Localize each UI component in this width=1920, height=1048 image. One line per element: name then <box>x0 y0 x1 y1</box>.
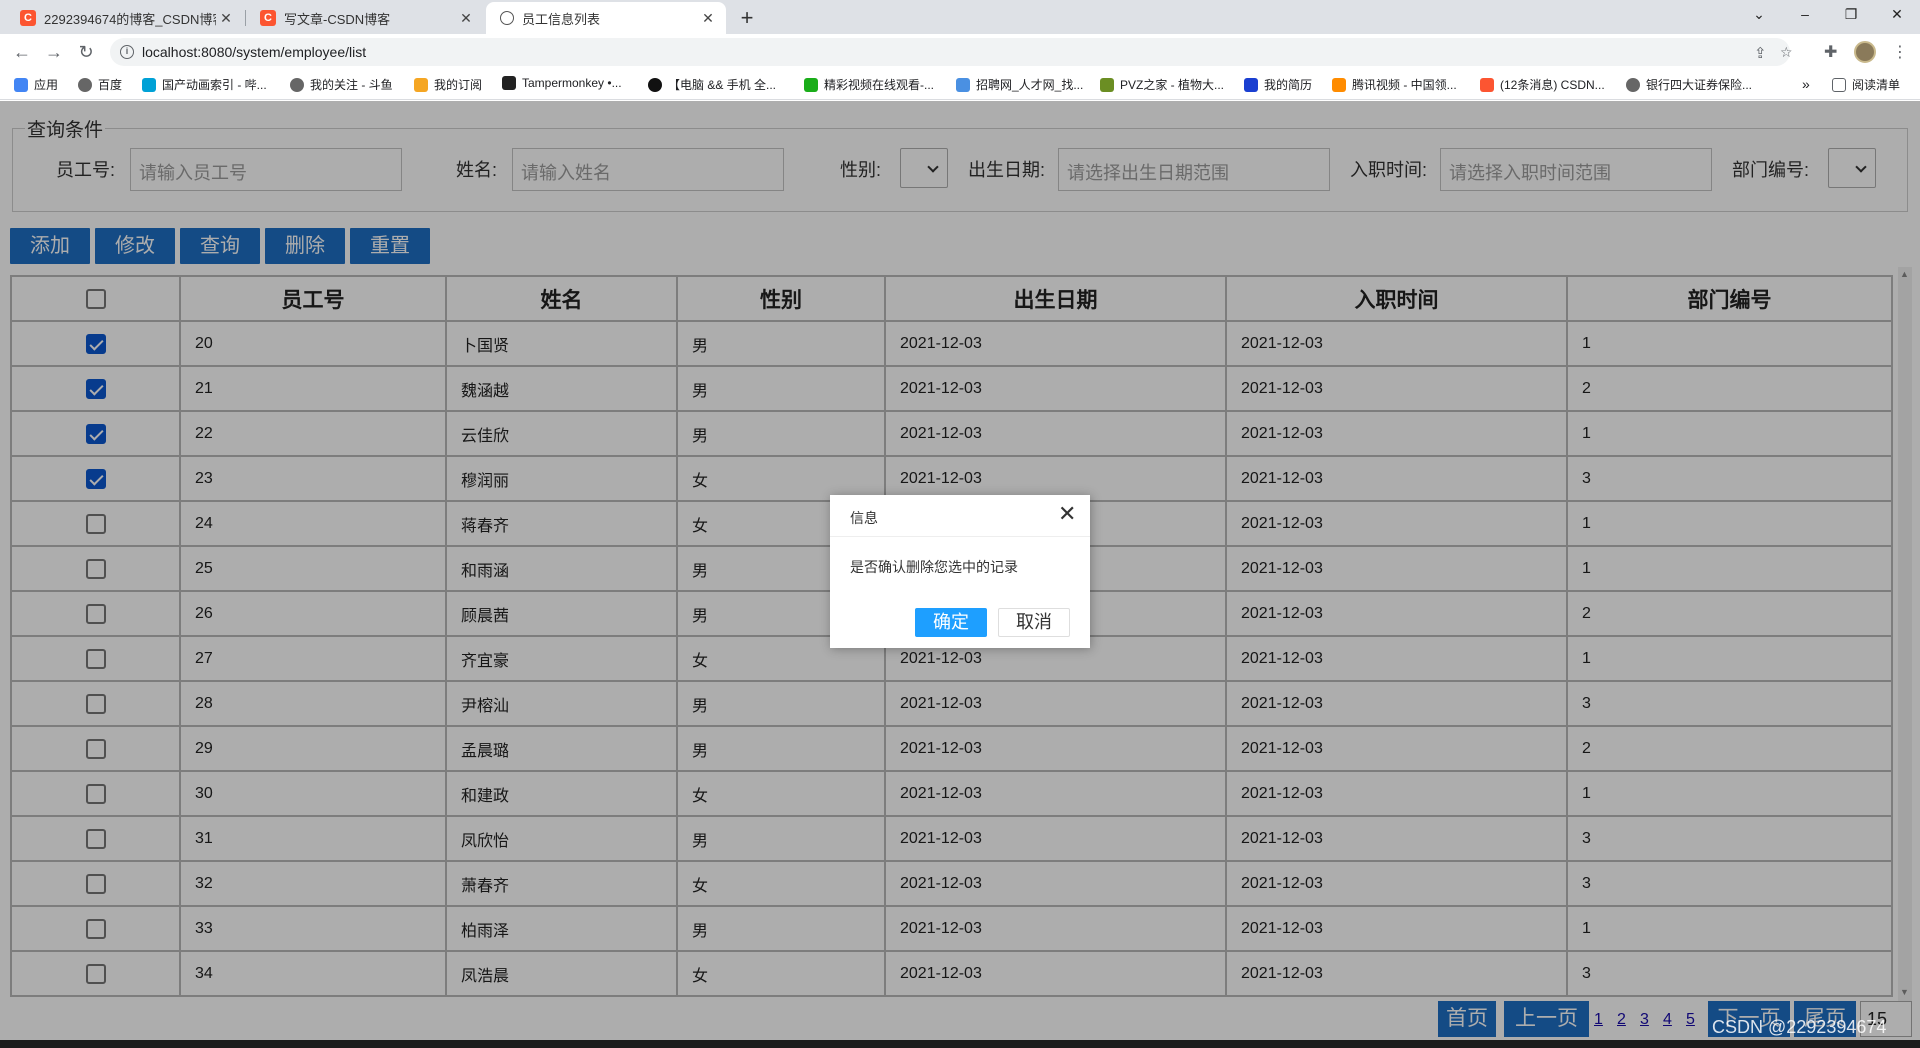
close-icon[interactable]: ✕ <box>456 10 476 27</box>
globe-icon <box>500 11 514 25</box>
bookmark-tampermonkey[interactable]: Tampermonkey •... <box>502 76 622 90</box>
bookmark-label: 腾讯视频 - 中国领... <box>1352 78 1457 92</box>
apps-grid-icon <box>14 77 28 92</box>
bookmark-csdn[interactable]: (12条消息) CSDN... <box>1480 76 1605 93</box>
bookmarks-bar: 应用 百度 国产动画索引 - 哔... 我的关注 - 斗鱼 我的订阅 Tampe… <box>0 70 1920 100</box>
more-bookmarks-icon[interactable]: » <box>1802 76 1810 92</box>
bookmark-label: Tampermonkey •... <box>522 76 622 90</box>
subscribe-icon <box>414 77 428 92</box>
bookmark-baidu[interactable]: 百度 <box>78 76 122 93</box>
bookmark-star-icon[interactable]: ☆ <box>1780 44 1793 61</box>
tab-title: 写文章-CSDN博客 <box>284 11 391 27</box>
bookmark-videos[interactable]: 精彩视频在线观看-... <box>804 76 934 93</box>
confirm-dialog: 信息 ✕ 是否确认删除您选中的记录 确定 取消 <box>830 495 1090 648</box>
bookmark-label: 我的订阅 <box>434 78 483 92</box>
globe-icon <box>78 77 92 92</box>
share-icon[interactable]: ⇪ <box>1754 44 1767 62</box>
address-bar[interactable]: i localhost:8080/system/employee/list ⇪ … <box>110 38 1793 66</box>
bookmark-subscriptions[interactable]: 我的订阅 <box>414 76 482 93</box>
bookmark-bilibili[interactable]: 国产动画索引 - 哔... <box>142 76 267 93</box>
reading-list[interactable]: 阅读清单 <box>1832 76 1900 93</box>
bookmark-label: 我的关注 - 斗鱼 <box>310 78 393 92</box>
video-icon <box>804 77 818 92</box>
close-icon[interactable]: ✕ <box>698 10 718 27</box>
bookmark-jobs[interactable]: 招聘网_人才网_找... <box>956 76 1083 93</box>
bookmark-label: 国产动画索引 - 哔... <box>162 78 267 92</box>
tampermonkey-icon <box>502 76 516 90</box>
cancel-button[interactable]: 取消 <box>998 608 1070 637</box>
bookmark-apps[interactable]: 应用 <box>14 76 58 93</box>
site-info-icon[interactable]: i <box>120 45 134 59</box>
bookmark-label: 百度 <box>98 78 123 92</box>
site-icon <box>648 77 662 92</box>
confirm-button[interactable]: 确定 <box>915 608 987 637</box>
bilibili-icon <box>142 77 156 92</box>
watermark: CSDN @2292394674 <box>1712 1017 1887 1037</box>
back-icon[interactable]: ← <box>8 38 36 66</box>
bookmark-label: 招聘网_人才网_找... <box>976 78 1084 92</box>
reading-list-label: 阅读清单 <box>1852 78 1901 92</box>
bookmark-label: 应用 <box>34 78 59 92</box>
play-icon <box>1332 77 1346 92</box>
dialog-message: 是否确认删除您选中的记录 <box>850 559 1018 575</box>
tab-strip: C 2292394674的博客_CSDN博客 ✕ C 写文章-CSDN博客 ✕ … <box>0 0 1920 34</box>
close-icon[interactable]: ✕ <box>1058 503 1076 525</box>
reading-list-icon <box>1832 77 1846 92</box>
close-icon[interactable]: ✕ <box>216 10 236 27</box>
tab-employee-list[interactable]: 员工信息列表 ✕ <box>486 2 726 34</box>
tab-search-icon[interactable]: ⌄ <box>1736 0 1782 30</box>
bookmark-label: 【电脑 && 手机 全... <box>668 78 777 92</box>
menu-icon[interactable]: ⋮ <box>1892 42 1908 62</box>
csdn-icon: C <box>260 10 276 26</box>
forward-icon[interactable]: → <box>40 38 68 66</box>
bookmark-label: PVZ之家 - 植物大... <box>1120 78 1225 92</box>
bookmark-pvz[interactable]: PVZ之家 - 植物大... <box>1100 76 1224 93</box>
bookmark-tencent-video[interactable]: 腾讯视频 - 中国领... <box>1332 76 1457 93</box>
bookmark-pc-mobile[interactable]: 【电脑 && 手机 全... <box>648 76 776 93</box>
bookmark-resume[interactable]: 我的简历 <box>1244 76 1312 93</box>
reload-icon[interactable]: ↻ <box>72 38 100 66</box>
taskbar <box>0 1040 1920 1048</box>
minimize-icon[interactable]: – <box>1782 0 1828 30</box>
tab-title: 2292394674的博客_CSDN博客 <box>44 11 216 27</box>
avatar[interactable] <box>1854 41 1876 63</box>
csdn-icon: C <box>20 10 36 26</box>
globe-icon <box>1626 77 1640 92</box>
bookmark-label: 精彩视频在线观看-... <box>824 78 934 92</box>
browser-toolbar: ← → ↻ i localhost:8080/system/employee/l… <box>0 34 1920 70</box>
hand-icon <box>956 77 970 92</box>
url-text: localhost:8080/system/employee/list <box>142 44 367 60</box>
bookmark-banks[interactable]: 银行四大证券保险... <box>1626 76 1752 93</box>
restore-icon[interactable]: ❐ <box>1828 0 1874 30</box>
tab-write-article[interactable]: C 写文章-CSDN博客 ✕ <box>246 2 484 34</box>
extensions-icon[interactable]: ✚ <box>1824 42 1837 62</box>
csdn-icon <box>1480 77 1494 92</box>
resume-icon <box>1244 77 1258 92</box>
tab-csdn-blog[interactable]: C 2292394674的博客_CSDN博客 ✕ <box>6 2 244 34</box>
bookmark-label: (12条消息) CSDN... <box>1500 78 1605 92</box>
bookmark-label: 我的简历 <box>1264 78 1313 92</box>
pvz-icon <box>1100 77 1114 92</box>
bookmark-douyu[interactable]: 我的关注 - 斗鱼 <box>290 76 393 93</box>
bookmark-label: 银行四大证券保险... <box>1646 78 1753 92</box>
dialog-title: 信息 <box>850 510 878 526</box>
tab-title: 员工信息列表 <box>522 11 601 27</box>
dialog-header: 信息 ✕ <box>830 495 1090 537</box>
close-window-icon[interactable]: ✕ <box>1874 0 1920 30</box>
globe-icon <box>290 77 304 92</box>
new-tab-button[interactable]: + <box>734 6 760 32</box>
